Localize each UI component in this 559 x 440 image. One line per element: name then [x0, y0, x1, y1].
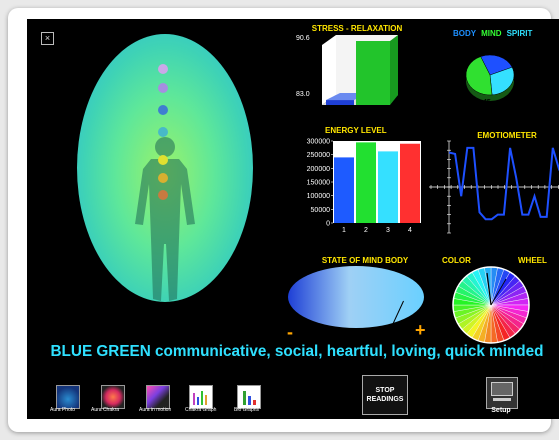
pie-label-30: 30	[524, 50, 532, 57]
energy-chart: 300000 250000 200000 150000 100000 50000 0 1 2 3 4	[307, 139, 421, 234]
chakra-solar	[158, 155, 168, 165]
stress-bar-body	[326, 100, 354, 105]
bio-graphs-label: Bio Graphs	[234, 407, 260, 413]
aura-chakra-button[interactable]	[101, 385, 125, 409]
state-of-mind-gauge	[288, 266, 424, 328]
pie-label-45: 45	[483, 99, 491, 106]
energy-xtick: 2	[364, 227, 368, 234]
energy-bar-4	[400, 143, 420, 223]
energy-ytick: 250000	[307, 152, 330, 159]
stress-tick-bottom: 83.0	[296, 91, 310, 98]
energy-ytick: 100000	[307, 193, 330, 200]
energy-xtick: 3	[386, 227, 390, 234]
chakra-third-eye	[158, 83, 168, 93]
energy-bar-3	[378, 151, 398, 223]
state-of-mind-plus: +	[415, 320, 426, 340]
color-wheel	[452, 266, 530, 344]
energy-ytick: 150000	[307, 180, 330, 187]
stress-tick-top: 90.6	[296, 35, 310, 42]
energy-ytick: 50000	[311, 207, 331, 214]
chakra-throat	[158, 105, 168, 115]
setup-button[interactable]	[486, 377, 518, 409]
stop-readings-button[interactable]: STOP READINGS	[362, 375, 408, 415]
energy-xtick: 4	[408, 227, 412, 234]
state-of-mind-minus: -	[287, 322, 293, 342]
aura-photo-label: Aura Photo	[50, 407, 76, 413]
pie-label-25: 25	[459, 46, 467, 53]
stop-label-line2: READINGS	[366, 396, 404, 403]
emotiometer-chart	[429, 140, 559, 234]
energy-bar-2	[356, 142, 376, 223]
setup-label: Setup	[491, 407, 511, 414]
energy-bar-1	[334, 157, 354, 223]
window-frame: × STRESS - RELAXATION 90.6 83.0 BODY MIND…	[8, 8, 559, 432]
energy-ytick: 0	[326, 221, 330, 228]
setup-icon	[491, 382, 513, 396]
state-of-mind-title: STATE OF MIND BODY	[321, 256, 409, 265]
aura-photo-button[interactable]	[56, 385, 80, 409]
color-wheel-title-left: COLOR	[442, 256, 471, 265]
stop-label-line1: STOP	[375, 387, 395, 394]
chakra-sacral	[158, 173, 168, 183]
chakra-graph-button[interactable]	[189, 385, 213, 409]
stress-bar-relax	[356, 41, 390, 105]
chakra-graph-label: Chakra Graph	[185, 407, 217, 413]
aura-motion-label: Aura in motion	[139, 407, 172, 413]
close-icon[interactable]: ×	[41, 32, 54, 45]
bio-graphs-button[interactable]	[237, 385, 261, 409]
aura-motion-button[interactable]	[146, 385, 170, 409]
aura-screen: × STRESS - RELAXATION 90.6 83.0 BODY MIND…	[27, 19, 559, 419]
aura-chakra-label: Aura Chakra	[91, 407, 120, 413]
chakra-root	[158, 190, 168, 200]
stress-chart	[322, 35, 398, 105]
emotiometer-line	[448, 146, 559, 221]
aura-description: BLUE GREEN communicative, social, heartf…	[50, 343, 544, 360]
energy-xtick: 1	[342, 227, 346, 234]
energy-ytick: 200000	[307, 166, 330, 173]
chakra-crown	[158, 64, 168, 74]
chakra-heart	[158, 127, 168, 137]
color-wheel-title-right: WHEEL	[518, 256, 547, 265]
stress-title: STRESS - RELAXATION	[311, 24, 403, 33]
energy-ytick: 300000	[307, 139, 330, 146]
